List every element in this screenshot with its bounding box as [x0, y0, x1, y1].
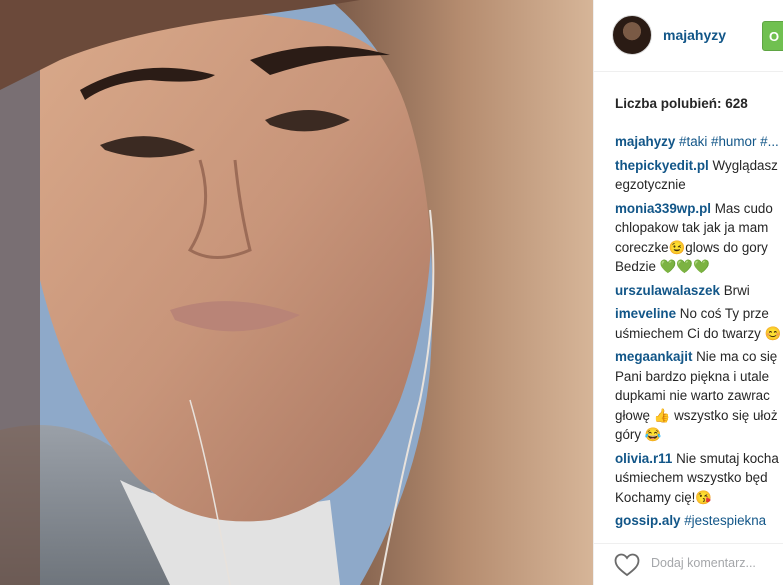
author-username-link[interactable]: majahyzy — [663, 27, 726, 43]
comment-text: Kochamy cię!😘 — [615, 489, 713, 505]
post-photo[interactable] — [0, 0, 593, 585]
comment-line: imeveline No coś Ty prze — [615, 304, 783, 324]
comment-text: Pani bardzo piękna i utale — [615, 368, 770, 384]
comment-text: Bedzie 💚💚💚 — [615, 259, 710, 274]
comment-username-link[interactable]: urszulawalaszek — [615, 283, 720, 298]
comment-line: gossip.aly #jestespiekna — [615, 511, 783, 531]
comment-line: chlopakow tak jak ja mam — [615, 218, 783, 238]
comment-username-link[interactable]: olivia.r11 — [615, 451, 672, 466]
follow-button[interactable]: O — [762, 21, 783, 51]
comment-item: olivia.r11 Nie smutaj kocha uśmiechem wsz… — [615, 449, 783, 508]
likes-count[interactable]: Liczba polubień: 628 — [615, 96, 748, 111]
comment-text: dupkami nie warto zawrac — [615, 388, 770, 403]
comment-line: egzotycznie — [615, 175, 783, 195]
post-footer: Dodaj komentarz... — [594, 543, 783, 585]
comment-text: egzotycznie — [615, 177, 686, 192]
comment-text: Mas cudo — [714, 200, 773, 216]
comment-line: uśmiechem Ci do twarzy 😊 — [615, 324, 783, 344]
comment-text: uśmiechem wszystko będ — [615, 470, 768, 485]
comment-line: uśmiechem wszystko będ — [615, 468, 783, 488]
comment-line: dupkami nie warto zawrac — [615, 386, 783, 406]
comment-line: Bedzie 💚💚💚 — [615, 257, 783, 277]
post-header: majahyzy O — [594, 0, 783, 72]
comment-username-link[interactable]: imeveline — [615, 306, 676, 321]
comment-line: coreczke😉glows do gory — [615, 238, 783, 258]
selfie-image — [0, 0, 593, 585]
post-side-panel: majahyzy O Liczba polubień: 628 majahyzy… — [593, 0, 783, 585]
comments-list: majahyzy #taki #humor #... thepickyedit.p… — [615, 132, 783, 535]
avatar[interactable] — [612, 15, 652, 55]
comment-item: megaankajit Nie ma co się Pani bardzo pię… — [615, 347, 783, 445]
comment-line: głowę 👍 wszystko się ułoż — [615, 406, 783, 426]
heart-outline-icon[interactable] — [614, 553, 640, 577]
add-comment-input[interactable]: Dodaj komentarz... — [651, 556, 756, 570]
comment-hashtags[interactable]: #taki #humor #... — [679, 134, 779, 149]
comment-text: chlopakow tak jak ja mam — [615, 220, 769, 235]
comment-username-link[interactable]: megaankajit — [615, 349, 692, 364]
comment-line: olivia.r11 Nie smutaj kocha — [615, 449, 783, 469]
comment-item: majahyzy #taki #humor #... — [615, 132, 783, 152]
comment-line: majahyzy #taki #humor #... — [615, 132, 783, 152]
comment-username-link[interactable]: monia339wp.pl — [615, 201, 711, 216]
comment-text: Brwi — [723, 282, 750, 298]
comment-username-link[interactable]: majahyzy — [615, 134, 675, 149]
comment-line: góry 😂 — [615, 425, 783, 445]
comment-hashtags[interactable]: #jestespiekna — [684, 513, 766, 528]
comment-line: thepickyedit.pl Wyglądasz — [615, 156, 783, 176]
comment-text: No coś Ty prze — [679, 306, 769, 321]
comment-text: Nie ma co się — [696, 349, 778, 364]
comment-text: głowę 👍 wszystko się ułoż — [615, 407, 778, 423]
comment-line: monia339wp.pl Mas cudo — [615, 199, 783, 219]
comment-line: Kochamy cię!😘 — [615, 488, 783, 508]
comment-text: uśmiechem Ci do twarzy 😊 — [615, 325, 782, 341]
comment-item: gossip.aly #jestespiekna — [615, 511, 783, 531]
comment-text: góry 😂 — [615, 427, 662, 442]
comment-line: Pani bardzo piękna i utale — [615, 367, 783, 387]
comment-item: monia339wp.pl Mas cudo chlopakow tak jak … — [615, 199, 783, 277]
comment-text: coreczke😉glows do gory — [615, 239, 768, 255]
comment-item: imeveline No coś Ty prze uśmiechem Ci do … — [615, 304, 783, 343]
comment-item: thepickyedit.pl Wyglądasz egzotycznie — [615, 156, 783, 195]
comment-item: urszulawalaszek Brwi — [615, 281, 783, 301]
comment-username-link[interactable]: gossip.aly — [615, 513, 681, 528]
comment-text: Wyglądasz — [712, 157, 778, 173]
comment-text: Nie smutaj kocha — [676, 450, 779, 466]
comment-line: megaankajit Nie ma co się — [615, 347, 783, 367]
comment-username-link[interactable]: thepickyedit.pl — [615, 158, 709, 173]
comment-line: urszulawalaszek Brwi — [615, 281, 783, 301]
